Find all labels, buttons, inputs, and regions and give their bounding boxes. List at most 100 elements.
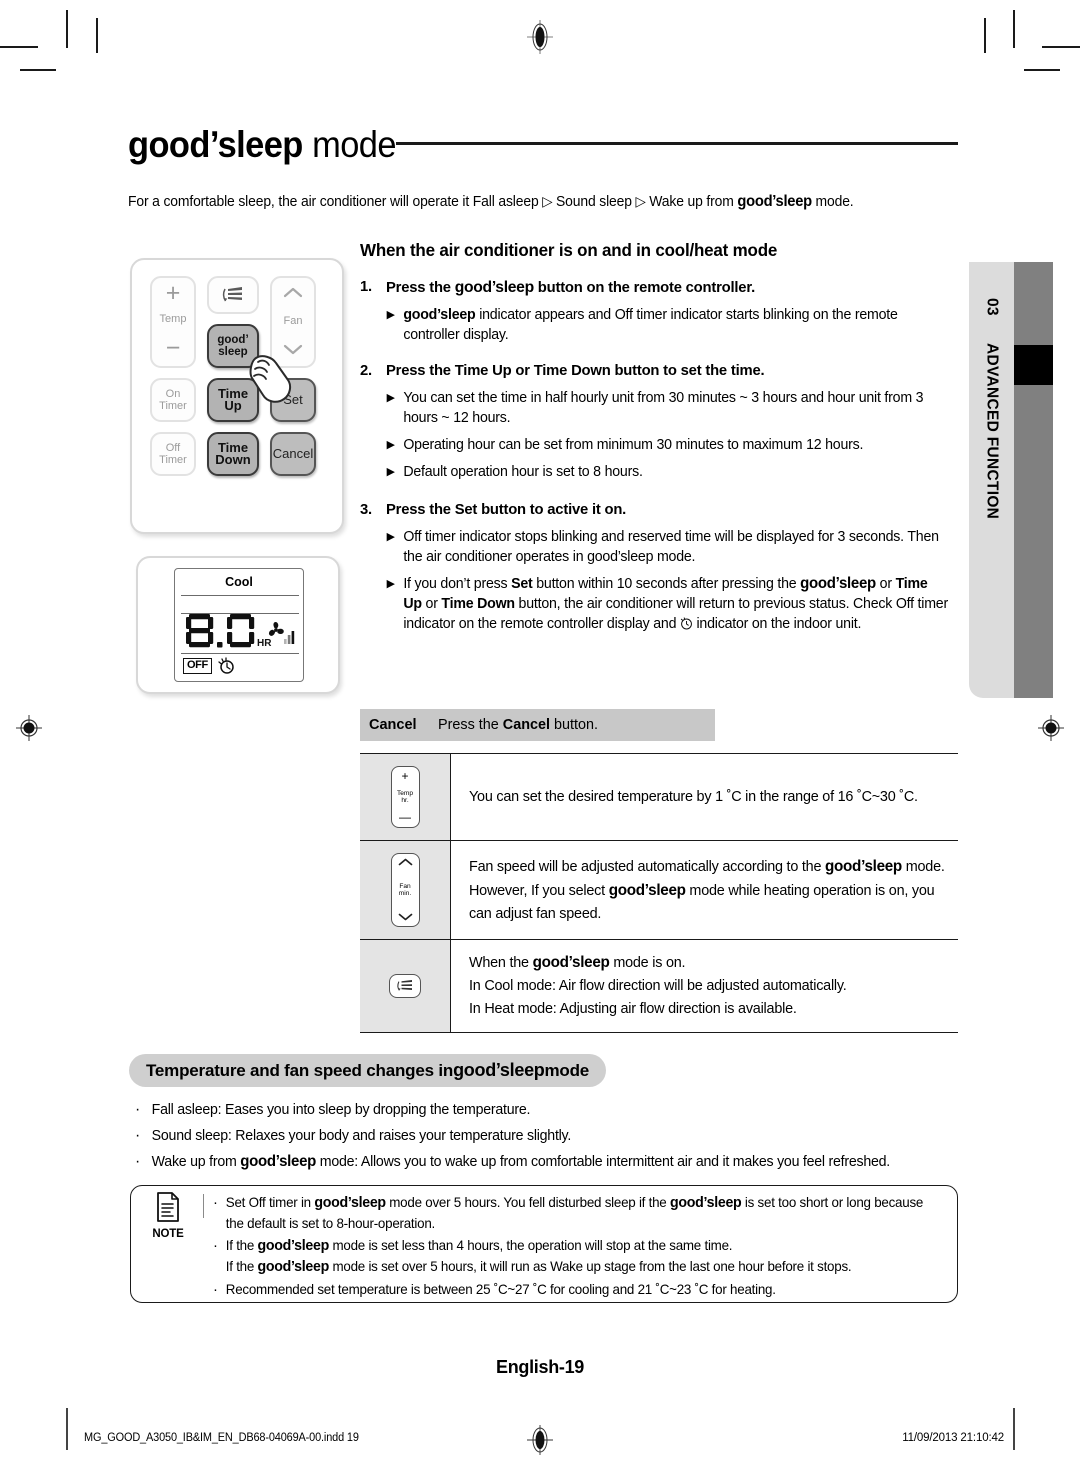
page-number-label: English-19	[495, 1357, 585, 1377]
table-text-line: You can set the desired temperature by 1…	[469, 788, 918, 805]
footer-filename: MG_GOOD_A3050_IB&IM_EN_DB68-04069A-00.in…	[84, 1432, 359, 1444]
remote-goodsleep-button[interactable]: good’ sleep	[207, 324, 259, 368]
air-swing-button-icon	[389, 974, 421, 998]
timer-indicator-icon	[680, 617, 692, 630]
note-icon-block: NOTE	[139, 1192, 197, 1240]
table-row: Fan min. Fan speed will be adjusted autom…	[360, 840, 958, 940]
table-text-line: When the good’sleep mode is on.	[469, 954, 686, 971]
instructions-column: When the air conditioner is on and in co…	[360, 240, 958, 634]
title-rule	[396, 142, 958, 145]
lcd-screen: Cool HR OFF	[174, 568, 304, 682]
bullet-dot-icon: ·	[212, 1237, 218, 1254]
side-tab-text: 03 ADVANCED FUNCTION	[969, 262, 1014, 698]
step-1-bullets: ▶ good’sleep indicator appears and Off ti…	[360, 305, 958, 345]
section-heading-1: When the air conditioner is on and in co…	[360, 240, 778, 260]
list-item-text: Sound sleep: Relaxes your body and raise…	[151, 1128, 572, 1144]
list-item: · Set Off timer in good’sleep mode over 5…	[212, 1194, 924, 1231]
remote-off-timer-line1: Off	[165, 442, 181, 454]
remote-set-button[interactable]: Set	[270, 378, 316, 422]
registration-mark-bottom	[527, 1425, 553, 1455]
crop-mark-tl-v	[66, 10, 68, 48]
lcd-value-row: HR	[185, 613, 295, 649]
lcd-mode-label: Cool	[225, 575, 253, 589]
remote-fan-button[interactable]: Fan	[270, 276, 316, 368]
note-label: NOTE	[152, 1228, 184, 1240]
list-item-text: Fall asleep: Eases you into sleep by dro…	[151, 1102, 531, 1118]
remote-goodsleep-line2: sleep	[218, 346, 248, 358]
bullet-text: Default operation hour is set to 8 hours…	[403, 464, 643, 480]
lcd-rule-3	[181, 653, 299, 655]
bullet: ▶ Off timer indicator stops blinking and …	[386, 529, 939, 565]
cancel-row-description: Press the Cancel button.	[438, 717, 599, 733]
table-text-line: However, If you select good’sleep mode w…	[469, 881, 935, 922]
crop-mark-tr-v2	[984, 18, 986, 53]
intro-paragraph: For a comfortable sleep, the air conditi…	[128, 193, 854, 210]
temp-updown-button-icon: + Temp hr. —	[390, 766, 420, 828]
remote-temp-button[interactable]: + Temp −	[150, 276, 196, 368]
minus-icon: —	[399, 810, 411, 824]
step-3-bullets: ▶ Off timer indicator stops blinking and …	[360, 527, 958, 634]
remote-time-up-line2: Up	[224, 398, 242, 413]
lcd-rule-1	[181, 595, 299, 597]
crop-mark-tl-h2	[20, 69, 56, 72]
remote-cancel-label: Cancel	[272, 446, 314, 461]
fan-updown-button-icon: Fan min.	[390, 853, 420, 927]
table-row-icon-swing	[360, 939, 451, 1033]
table-text-line: Fan speed will be adjusted automatically…	[469, 857, 945, 875]
remote-time-down-button[interactable]: Time Down	[207, 432, 259, 476]
remote-set-label: Set	[283, 392, 303, 407]
remote-time-up-button[interactable]: Time Up	[207, 378, 259, 422]
remote-time-down-line2: Down	[215, 452, 251, 467]
temp-icon-labels: Temp hr.	[397, 790, 413, 804]
remote-on-timer-button[interactable]: On Timer	[150, 378, 196, 422]
page-title: good’sleep mode	[128, 124, 396, 166]
chevron-down-icon	[398, 913, 412, 921]
chevron-up-icon	[398, 858, 412, 866]
plus-icon: +	[165, 279, 181, 307]
bullet-arrow-icon: ▶	[386, 578, 395, 590]
list-item: · Wake up from good’sleep mode: Allows yo…	[131, 1149, 949, 1175]
remote-cancel-button[interactable]: Cancel	[270, 432, 316, 476]
bullet-arrow-icon: ▶	[386, 466, 395, 478]
remote-display-illustration: Cool HR OFF	[136, 556, 340, 694]
bullet-arrow-icon: ▶	[386, 309, 395, 321]
step-2: 2. Press the Time Up or Time Down button…	[360, 363, 765, 379]
bullet-arrow-icon: ▶	[386, 531, 395, 543]
chapter-side-tab: 03 ADVANCED FUNCTION	[969, 262, 1053, 698]
minus-icon: −	[165, 334, 181, 362]
list-item-text: Recommended set temperature is between 2…	[225, 1282, 776, 1297]
step-2-number: 2.	[360, 363, 372, 379]
footer-timestamp: 11/09/2013 21:10:42	[902, 1432, 1004, 1444]
side-tab-number: 03	[983, 298, 1001, 316]
svg-text:HR: HR	[257, 638, 272, 649]
note-list: · Set Off timer in good’sleep mode over 5…	[211, 1193, 949, 1303]
remote-air-swing-button[interactable]	[207, 276, 259, 314]
bullet: ▶ Operating hour can be set from minimum …	[360, 435, 949, 455]
registration-mark-right	[1038, 715, 1064, 741]
icon-label-2: min.	[398, 889, 412, 897]
table-row-icon-fan: Fan min.	[360, 840, 451, 940]
page-title-block: good’sleep mode	[128, 124, 958, 184]
bullet: ▶ good’sleep indicator appears and Off ti…	[386, 307, 898, 343]
page-title-light: mode	[312, 124, 396, 165]
remote-off-timer-button[interactable]: Off Timer	[150, 432, 196, 476]
icon-label-1: Temp	[396, 789, 414, 797]
bullet-dot-icon: ·	[212, 1194, 218, 1211]
table-row: When the good’sleep mode is on. In Cool …	[360, 939, 958, 1033]
step-1-number: 1.	[360, 279, 372, 295]
bullet-dot-icon: ·	[134, 1153, 140, 1170]
goodsleep-indicator-icon	[218, 657, 234, 674]
bullet-arrow-icon: ▶	[386, 392, 395, 404]
air-swing-icon	[397, 980, 412, 991]
registration-mark-left	[16, 715, 42, 741]
section-heading-2: Temperature and fan speed changes in goo…	[129, 1054, 607, 1087]
table-row-icon-temp: + Temp hr. —	[360, 753, 451, 841]
crop-mark-tl-h	[0, 46, 38, 48]
footer-rule-right	[1013, 1408, 1015, 1450]
banner-text-after: mode	[544, 1060, 590, 1080]
step-1: 1. Press the good’sleep button on the re…	[360, 279, 755, 296]
side-tab-chapter-marker	[1014, 345, 1053, 385]
plus-icon: +	[401, 769, 409, 783]
list-item: · If the good’sleep mode is set less than…	[212, 1237, 852, 1275]
step-3: 3. Press the Set button to active it on.	[360, 502, 627, 518]
